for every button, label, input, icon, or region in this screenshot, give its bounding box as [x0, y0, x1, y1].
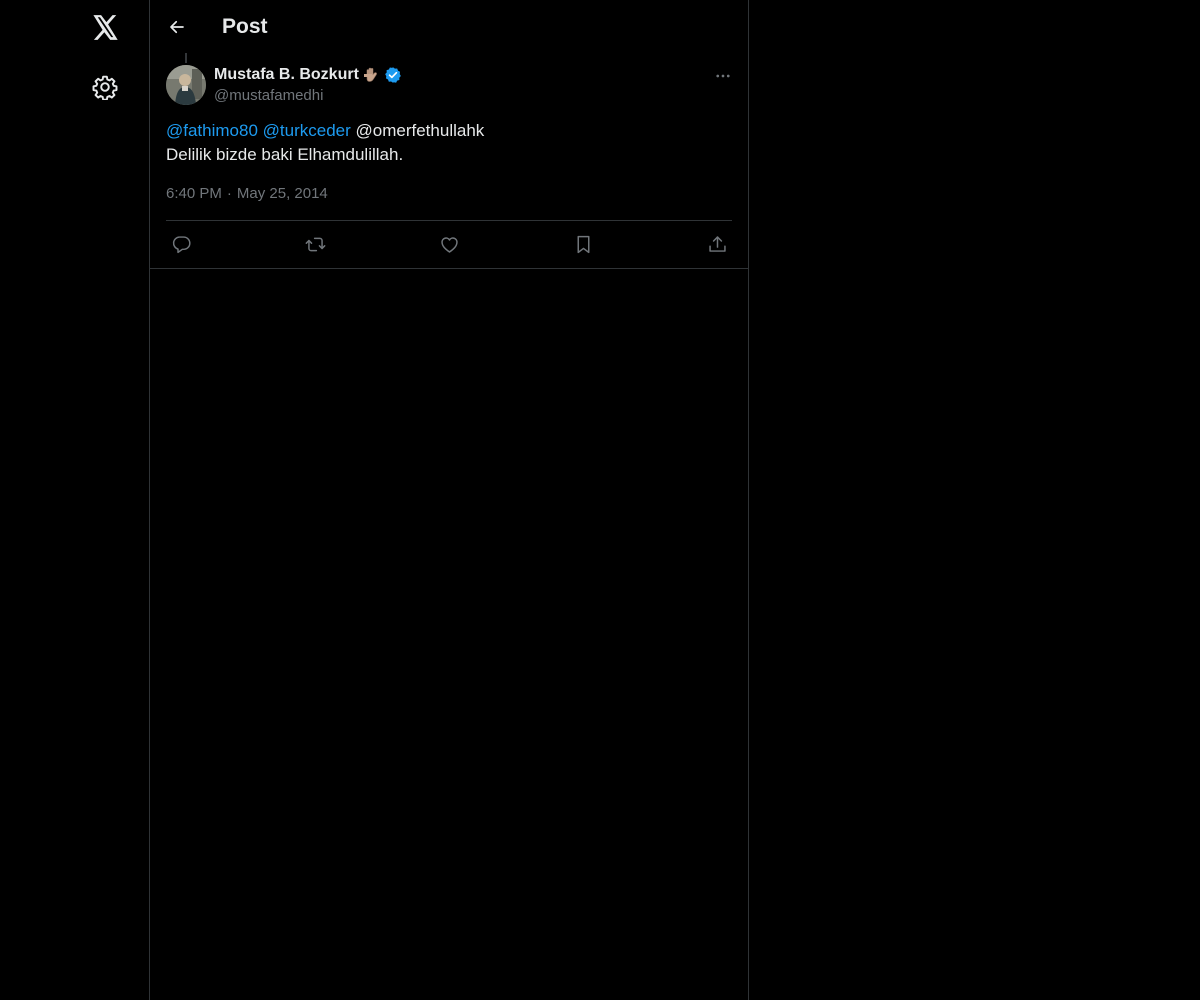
bookmark-icon [573, 234, 594, 255]
reply-button[interactable] [170, 233, 192, 255]
tweet-date[interactable]: May 25, 2014 [237, 185, 328, 202]
page-header: Post [150, 0, 748, 53]
repost-icon [304, 234, 327, 255]
mentions-line: @fathimo80 @turkceder @omerfethullahk [166, 119, 732, 143]
bookmark-button[interactable] [572, 233, 594, 255]
author-info: Mustafa B. Bozkurt @mustafamedhi [214, 64, 402, 106]
share-icon [707, 234, 728, 255]
tweet-timestamp: 6:40 PM · May 25, 2014 [166, 184, 328, 204]
more-horizontal-icon [714, 67, 732, 85]
meta-separator: · [226, 185, 232, 202]
avatar[interactable] [166, 65, 206, 105]
gear-icon[interactable] [91, 73, 119, 101]
like-button[interactable] [438, 233, 460, 255]
verified-badge-icon [384, 66, 402, 84]
share-button[interactable] [706, 233, 728, 255]
tweet-text: @fathimo80 @turkceder @omerfethullahk De… [166, 119, 732, 167]
mention-text: @omerfethullahk [355, 121, 485, 140]
tweet: Mustafa B. Bozkurt @mustafamedhi @fathim… [150, 53, 748, 269]
mention-link[interactable]: @turkceder [263, 121, 351, 140]
more-button[interactable] [712, 65, 734, 87]
tweet-body: Delilik bizde baki Elhamdulillah. [166, 145, 404, 164]
name-row: Mustafa B. Bozkurt [214, 64, 402, 86]
mention-link[interactable]: @fathimo80 [166, 121, 258, 140]
tweet-time[interactable]: 6:40 PM [166, 185, 222, 202]
repost-button[interactable] [304, 233, 326, 255]
author-display-name[interactable]: Mustafa B. Bozkurt [214, 66, 359, 84]
left-nav [0, 0, 149, 1000]
reply-icon [171, 234, 192, 255]
arrow-left-icon [168, 18, 186, 36]
back-button[interactable] [164, 14, 190, 40]
x-logo-icon[interactable] [90, 12, 120, 42]
tweet-actions [166, 221, 732, 268]
main-column: Post Mustafa B. Bozkurt @mustafamedhi @f… [149, 0, 749, 1000]
heart-icon [439, 234, 460, 255]
app: Post Mustafa B. Bozkurt @mustafamedhi @f… [0, 0, 1200, 1000]
author-handle[interactable]: @mustafamedhi [214, 86, 402, 106]
page-title: Post [222, 15, 268, 38]
hand-emoji-icon [363, 66, 381, 84]
